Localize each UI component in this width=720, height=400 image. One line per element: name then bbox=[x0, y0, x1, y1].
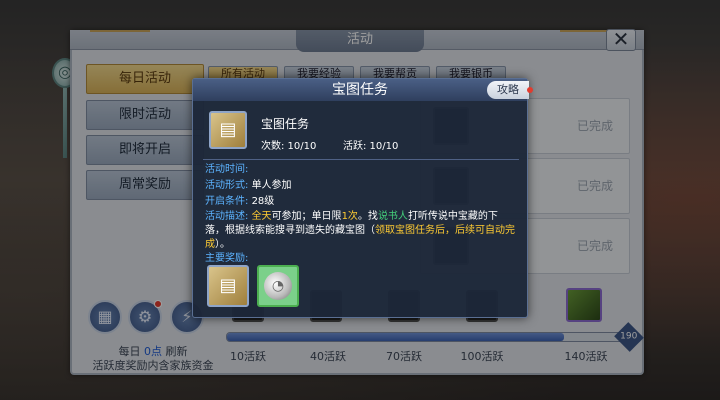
orb-icon: ◔ bbox=[264, 272, 292, 300]
treasure-map-reward-icon[interactable]: ▤ bbox=[207, 265, 249, 307]
activity-count: 活跃: 10/10 bbox=[343, 141, 399, 152]
treasure-map-icon: ▤ bbox=[209, 111, 247, 149]
times-count: 次数: 10/10 bbox=[261, 141, 317, 152]
activity-form-row: 活动形式: 单人参加 bbox=[205, 180, 292, 191]
activity-condition-row: 开启条件: 28级 bbox=[205, 196, 275, 207]
activity-time-row: 活动时间: bbox=[205, 164, 249, 175]
silver-orb-reward-icon[interactable]: ◔ bbox=[257, 265, 299, 307]
task-name: 宝图任务 bbox=[261, 117, 310, 131]
activity-description: 活动描述: 全天可参加；单日限1次。找说书人打听传说中宝藏的下落，根据线索能搜寻… bbox=[205, 211, 515, 250]
task-detail-popup: 宝图任务 攻略 ▤ 宝图任务 次数: 10/10 活跃: 10/10 活动时间:… bbox=[192, 78, 533, 318]
popup-title: 宝图任务 bbox=[193, 79, 527, 101]
divider bbox=[203, 159, 519, 160]
reward-label: 主要奖励: bbox=[205, 253, 249, 264]
strategy-button[interactable]: 攻略 bbox=[487, 81, 533, 99]
